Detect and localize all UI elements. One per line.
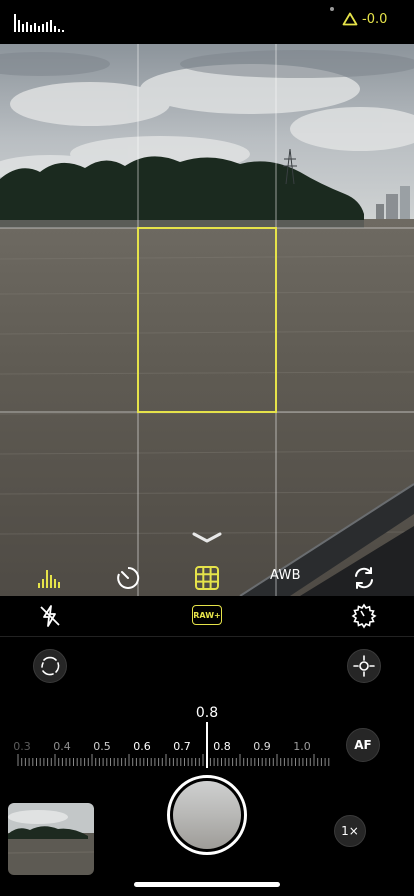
camera-toolbar: AWB bbox=[0, 560, 414, 596]
thumbnail-image bbox=[8, 803, 94, 875]
scale-label: 0.6 bbox=[133, 740, 151, 753]
focus-distance-value: 0.8 bbox=[195, 705, 219, 721]
scale-label: 0.8 bbox=[213, 740, 231, 753]
shutter-inner bbox=[173, 781, 241, 849]
scale-label: 0.5 bbox=[93, 740, 111, 753]
histogram-icon[interactable] bbox=[14, 12, 68, 34]
raw-format-label: RAW+ bbox=[193, 610, 221, 620]
lens-dial-icon[interactable] bbox=[33, 649, 67, 683]
scale-label: 0.7 bbox=[173, 740, 191, 753]
flip-camera-icon[interactable] bbox=[348, 562, 380, 594]
viewfinder-scene bbox=[0, 44, 414, 596]
scale-label: 0.9 bbox=[253, 740, 271, 753]
focus-scale-ticks bbox=[17, 754, 330, 766]
last-photo-thumbnail[interactable] bbox=[8, 803, 94, 875]
chevron-down-icon[interactable] bbox=[190, 530, 224, 550]
exposure-indicator[interactable]: -0.0 bbox=[342, 10, 387, 28]
scale-label: 1.0 bbox=[293, 740, 311, 753]
histogram-toggle-icon[interactable] bbox=[34, 562, 66, 594]
format-toolbar: RAW+ bbox=[0, 596, 414, 637]
awb-button[interactable]: AWB bbox=[270, 568, 301, 583]
af-button[interactable]: AF bbox=[346, 728, 380, 762]
af-label: AF bbox=[354, 738, 372, 752]
zoom-button[interactable]: 1× bbox=[334, 815, 366, 847]
raw-format-button[interactable]: RAW+ bbox=[192, 605, 222, 625]
status-dot bbox=[330, 7, 334, 11]
triangle-exposure-icon bbox=[342, 12, 358, 26]
viewfinder[interactable] bbox=[0, 44, 414, 596]
flash-off-icon[interactable] bbox=[34, 600, 66, 632]
shutter-button[interactable] bbox=[167, 775, 247, 855]
zoom-label: 1× bbox=[341, 824, 359, 838]
scale-label: 0.4 bbox=[53, 740, 71, 753]
grid-icon[interactable] bbox=[191, 562, 223, 594]
exposure-value: -0.0 bbox=[362, 11, 388, 27]
home-indicator[interactable] bbox=[134, 882, 280, 887]
focus-scale-indicator bbox=[206, 722, 208, 768]
settings-icon[interactable] bbox=[348, 600, 380, 632]
focus-scale[interactable]: 0.3 0.4 0.5 0.6 0.7 0.8 0.9 1.0 bbox=[0, 722, 340, 770]
timer-icon[interactable] bbox=[112, 562, 144, 594]
focus-crosshair-icon[interactable] bbox=[347, 649, 381, 683]
scale-label: 0.3 bbox=[13, 740, 31, 753]
